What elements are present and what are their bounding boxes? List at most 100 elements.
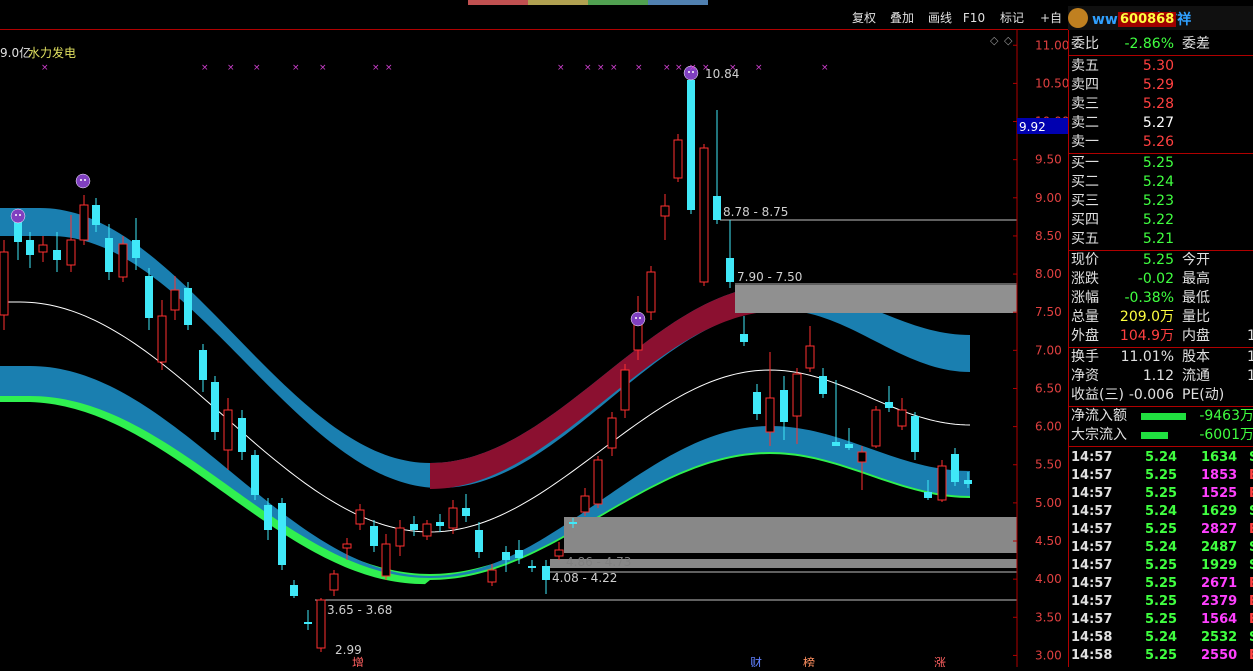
candle-body [765, 397, 775, 433]
ask-price: 5.27 [1142, 115, 1174, 131]
bid-row[interactable]: 买三 5.23 [1069, 192, 1253, 211]
cross-marker-icon: × [292, 63, 300, 73]
candle-body [14, 222, 22, 242]
diamond-icon[interactable]: ◇ [990, 34, 999, 47]
axis-label: 11.00 [1035, 38, 1068, 52]
trade-volume: 1853 [1201, 468, 1238, 483]
stat-label: 换手 [1071, 349, 1099, 365]
ask-label: 卖四 [1071, 77, 1099, 93]
cross-marker-icon: × [319, 63, 327, 73]
collapse-icon[interactable]: ◇ [1004, 34, 1013, 47]
separator [1069, 446, 1253, 447]
bid-price: 5.25 [1142, 155, 1174, 171]
stat-row: 外盘 104.9万内盘 10 [1069, 327, 1253, 346]
candle-body [26, 240, 34, 255]
candle-body [726, 258, 734, 282]
candle-body [238, 418, 246, 452]
draw-line-button[interactable]: 画线 [922, 8, 958, 28]
candle-body [805, 345, 815, 369]
flow-bar [1141, 432, 1168, 439]
signal-emoji-icon [630, 311, 646, 327]
zone4-label: 3.65 - 3.68 [327, 603, 392, 617]
flow-label: 净流入额 [1071, 408, 1127, 424]
resistance-zone [735, 285, 1017, 313]
bid-row[interactable]: 买五 5.21 [1069, 230, 1253, 249]
trade-volume: 1525 [1201, 486, 1238, 501]
flow-row: 大宗流入 -6001万 [1069, 426, 1253, 445]
candle-body [646, 271, 656, 313]
ask-price: 5.28 [1142, 96, 1174, 112]
trade-side: S [1249, 539, 1253, 557]
f10-button[interactable]: F10 [960, 8, 988, 28]
trade-price: 5.25 [1145, 468, 1178, 483]
bid-row[interactable]: 买一 5.25 [1069, 154, 1253, 173]
candle-body [105, 238, 113, 272]
kline-svg[interactable]: 11.0010.5010.009.509.008.508.007.507.006… [0, 0, 1069, 670]
zone2-label: 7.90 - 7.50 [737, 270, 802, 284]
axis-label: 7.00 [1035, 343, 1062, 357]
logo-icon [1068, 8, 1088, 28]
ask-row[interactable]: 卖一 5.26 [1069, 133, 1253, 152]
candle-body [580, 495, 590, 513]
candle-body [199, 350, 207, 380]
bid-label: 买二 [1071, 174, 1099, 190]
candle-body [410, 524, 418, 530]
bid-row[interactable]: 买四 5.22 [1069, 211, 1253, 230]
ask-row[interactable]: 卖三 5.28 [1069, 95, 1253, 114]
ask-row[interactable]: 卖二 5.27 [1069, 114, 1253, 133]
trade-price: 5.25 [1145, 558, 1178, 573]
trade-volume: 2487 [1201, 540, 1238, 555]
trade-volume: 1629 [1201, 504, 1238, 519]
separator [1069, 55, 1253, 56]
candle-body [264, 505, 272, 530]
candle-body [607, 417, 617, 449]
stock-code-header: www.股神吉祥 600868 [1068, 6, 1253, 30]
trade-side: B [1249, 575, 1253, 593]
candle-body [753, 392, 761, 414]
marker-2: 财 [750, 656, 762, 667]
ask-label: 卖三 [1071, 96, 1099, 112]
trade-row: 14:58 5.24 2532 S [1069, 629, 1253, 647]
cross-marker-icon: × [201, 63, 209, 73]
candle-body [316, 599, 326, 649]
trade-side: B [1249, 521, 1253, 539]
candle-body [38, 244, 48, 253]
stat-value-right: 10 [1247, 328, 1253, 344]
trade-row: 14:57 5.25 2827 B [1069, 521, 1253, 539]
cross-marker-icon: × [702, 63, 710, 73]
trade-price: 5.24 [1145, 450, 1178, 465]
candle-body [569, 522, 577, 524]
candle-body [381, 543, 391, 577]
kline-chart[interactable]: 11.0010.5010.009.509.008.508.007.507.006… [0, 0, 1069, 670]
axis-label: 3.50 [1035, 610, 1062, 624]
add-watchlist-button[interactable]: +自选 [1034, 8, 1068, 28]
top-toolbar: 复权 叠加 画线 F10 标记 +自选 [0, 0, 1068, 30]
ask-row[interactable]: 卖四 5.29 [1069, 76, 1253, 95]
trade-volume: 2532 [1201, 630, 1238, 645]
candle-body [355, 509, 365, 525]
overlay-button[interactable]: 叠加 [884, 8, 920, 28]
candle-body [395, 527, 405, 547]
ask-price: 5.26 [1142, 134, 1174, 150]
flow-row: 净流入额 -9463万 [1069, 407, 1253, 426]
trade-time: 14:57 [1071, 468, 1113, 483]
fuquan-button[interactable]: 复权 [846, 8, 882, 28]
bid-row[interactable]: 买二 5.24 [1069, 173, 1253, 192]
candle-body [66, 239, 76, 266]
candle-body [157, 315, 167, 363]
trade-row: 14:57 5.25 1853 B [1069, 467, 1253, 485]
axis-label: 5.00 [1035, 496, 1062, 510]
stat-label: 现价 [1071, 252, 1099, 268]
trade-row: 14:57 5.25 1564 B [1069, 611, 1253, 629]
ask-row[interactable]: 卖五 5.30 [1069, 57, 1253, 76]
weicha-label: 委差 [1182, 36, 1210, 52]
candle-body [475, 530, 483, 552]
candle-body [857, 451, 867, 463]
axis-label: 4.50 [1035, 534, 1062, 548]
trade-time: 14:57 [1071, 486, 1113, 501]
candle-body [329, 573, 339, 591]
candle-body [593, 459, 603, 505]
mark-button[interactable]: 标记 [996, 8, 1028, 28]
stat-value-right: 1 [1247, 349, 1253, 365]
trade-time: 14:57 [1071, 450, 1113, 465]
